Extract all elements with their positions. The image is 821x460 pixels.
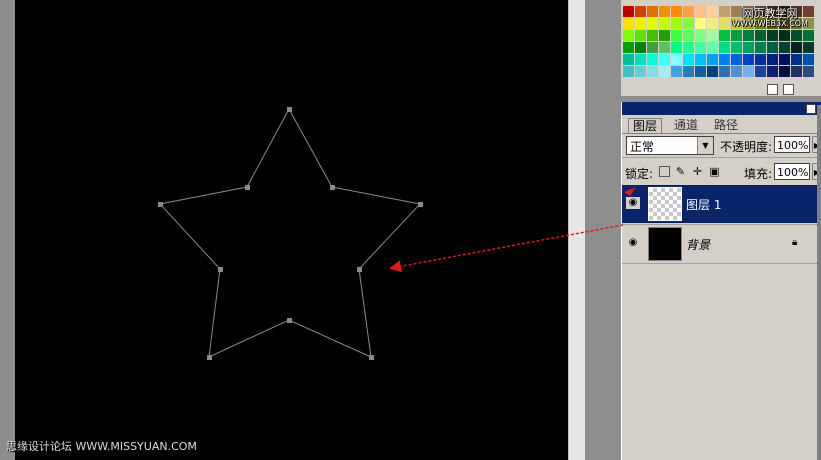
anchor-point[interactable] [207, 355, 212, 360]
forum-watermark: 思缘设计论坛 WWW.MISSYUAN.COM [6, 440, 197, 453]
anchor-point[interactable] [357, 267, 362, 272]
annotation-arrow-tail [624, 187, 636, 196]
anchor-point[interactable] [158, 202, 163, 207]
path-anchor-points[interactable] [158, 107, 423, 360]
anchor-point[interactable] [287, 318, 292, 323]
anchor-point[interactable] [330, 185, 335, 190]
annotation-arrow [389, 224, 624, 273]
anchor-point[interactable] [218, 267, 223, 272]
canvas-overlay [158, 107, 636, 360]
anchor-point[interactable] [369, 355, 374, 360]
anchor-point[interactable] [245, 185, 250, 190]
anchor-point[interactable] [287, 107, 292, 112]
anchor-point[interactable] [418, 202, 423, 207]
